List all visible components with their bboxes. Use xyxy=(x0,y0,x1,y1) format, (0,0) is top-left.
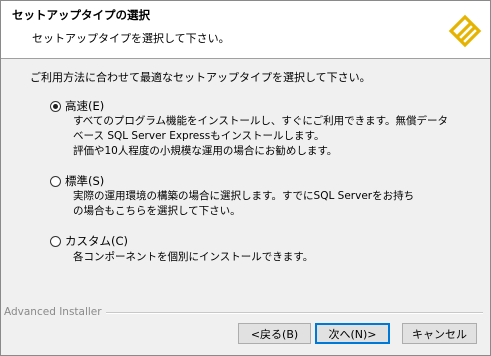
radio-label: カスタム(C) xyxy=(65,234,129,248)
radio-option-custom[interactable]: カスタム(C) xyxy=(50,233,128,249)
option-description: 実際の運用環境の構築の場合に選択します。すでにSQL Serverをお持ち の場… xyxy=(73,189,414,219)
description-line: 実際の運用環境の構築の場合に選択します。すでにSQL Serverをお持ち xyxy=(73,190,415,202)
radio-button[interactable] xyxy=(50,175,61,187)
next-button[interactable]: 次へ(N)> xyxy=(315,323,390,344)
description-line: ベース SQL Server Expressもインストールします。 xyxy=(73,130,325,142)
description-line: 評価や10人程度の小規模な運用の場合にお勧めします。 xyxy=(73,145,338,157)
header-banner: セットアップタイプの選択 セットアップタイプを選択して下さい。 xyxy=(1,1,490,59)
radio-label: 標準(S) xyxy=(65,174,105,188)
radio-button[interactable] xyxy=(50,235,61,247)
installer-window: セットアップタイプの選択 セットアップタイプを選択して下さい。 ご利用方法に合わ… xyxy=(0,0,491,356)
footer-separator: Advanced Installer xyxy=(1,306,490,318)
option-description: すべてのプログラム機能をインストールし、すぐにご利用できます。無償データ ベース… xyxy=(73,114,448,159)
cancel-button[interactable]: キャンセル xyxy=(402,323,477,344)
brand-label: Advanced Installer xyxy=(4,306,106,318)
radio-option-standard[interactable]: 標準(S) xyxy=(50,173,104,189)
radio-option-express[interactable]: 高速(E) xyxy=(50,98,104,114)
description-line: すべてのプログラム機能をインストールし、すぐにご利用できます。無償データ xyxy=(73,115,449,127)
radio-button[interactable] xyxy=(50,100,61,112)
page-title: セットアップタイプの選択 xyxy=(12,8,150,22)
description-line: 各コンポーネントを個別にインストールできます。 xyxy=(73,251,314,263)
back-button[interactable]: <戻る(B) xyxy=(238,323,311,344)
option-description: 各コンポーネントを個別にインストールできます。 xyxy=(73,250,313,265)
description-line: の場合もこちらを選択して下さい。 xyxy=(73,205,241,217)
page-subtitle: セットアップタイプを選択して下さい。 xyxy=(32,32,230,45)
divider xyxy=(93,312,483,314)
intro-text: ご利用方法に合わせて最適なセットアップタイプを選択して下さい。 xyxy=(30,71,371,84)
installer-logo-icon xyxy=(448,14,482,48)
radio-label: 高速(E) xyxy=(65,99,105,113)
